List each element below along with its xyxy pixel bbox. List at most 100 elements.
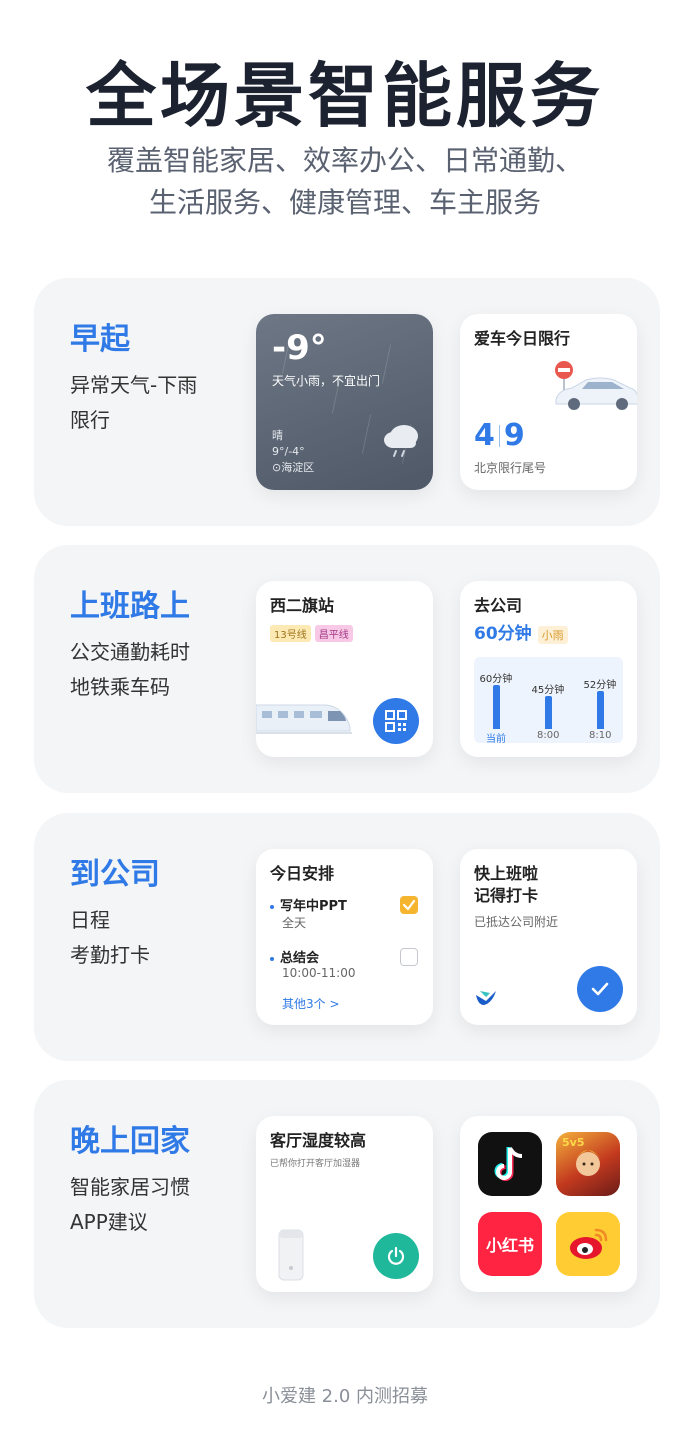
- humidity-desc: 已帮你打开客厅加湿器: [270, 1159, 361, 1169]
- plate-number-a: 4: [474, 418, 495, 453]
- section-title: 到公司: [70, 857, 160, 892]
- rain-streak: [361, 414, 372, 454]
- task-checkbox[interactable]: [400, 948, 418, 966]
- weather-details: 晴 9°/-4° ⊙海淀区: [272, 428, 314, 476]
- section-title: 早起: [70, 322, 130, 357]
- xiaohongshu-app-icon[interactable]: 小红书: [478, 1212, 542, 1276]
- app-suggestions-card: 5v5 小红书: [460, 1116, 637, 1292]
- schedule-title: 今日安排: [270, 864, 335, 883]
- section-home: 晚上回家 智能家居习惯 APP建议 客厅湿度较高 已帮你打开客厅加湿器 5v5 …: [34, 1080, 660, 1328]
- page-title: 全场景智能服务: [86, 55, 604, 137]
- train-icon: [256, 704, 352, 734]
- tiktok-app-icon[interactable]: [478, 1132, 542, 1196]
- section-desc-line: 地铁乘车码: [70, 675, 170, 699]
- clock-in-card[interactable]: 快上班啦 记得打卡 已抵达公司附近: [460, 849, 637, 1025]
- plate-number-b: 9: [503, 418, 525, 453]
- section-desc-line: 限行: [70, 408, 110, 432]
- commute-bar: [493, 685, 500, 729]
- clock-in-title-line: 记得打卡: [474, 886, 539, 905]
- subtitle-line-1: 覆盖智能家居、效率办公、日常通勤、: [106, 144, 583, 177]
- clock-in-desc: 已抵达公司附近: [474, 915, 559, 929]
- commute-bar-value-label: 60分钟: [479, 674, 513, 685]
- task-time: 全天: [282, 916, 307, 930]
- section-desc-line: 异常天气-下雨: [70, 373, 198, 397]
- task-title: 写年中PPT: [280, 899, 347, 914]
- qr-code-icon: [385, 710, 407, 732]
- task-title: 总结会: [280, 951, 320, 966]
- tiktok-note-icon: [494, 1147, 523, 1181]
- commute-bar: [597, 691, 604, 729]
- car-card-title: 爱车今日限行: [474, 329, 571, 348]
- plate-separator: [498, 424, 500, 447]
- check-icon: [402, 899, 416, 911]
- weather-range: 9°/-4°: [272, 445, 305, 458]
- line-tag-13: 13号线: [270, 625, 311, 642]
- section-desc: 智能家居习惯 APP建议: [70, 1170, 190, 1240]
- line-tags: 13号线 昌平线: [270, 623, 357, 642]
- commute-x-label: 8:10: [589, 730, 612, 741]
- section-office: 到公司 日程 考勤打卡 今日安排 写年中PPT 全天 总结会 10:00-11:…: [34, 813, 660, 1061]
- weather-desc: 天气小雨，不宜出门: [272, 374, 381, 388]
- restriction-plate: 49: [474, 418, 525, 453]
- bullet-dot: [270, 956, 274, 961]
- commute-x-label: 当前: [486, 734, 506, 745]
- footer-text: 小爱建 2.0 内测招募: [261, 1386, 429, 1407]
- humidity-title: 客厅湿度较高: [270, 1131, 367, 1150]
- commute-title: 去公司: [474, 596, 523, 615]
- more-tasks-link[interactable]: 其他3个 >: [282, 995, 340, 1012]
- weather-condition: 晴: [272, 429, 283, 442]
- qr-code-button[interactable]: [373, 698, 419, 744]
- section-desc-line: 公交通勤耗时: [70, 640, 190, 664]
- station-name: 西二旗站: [270, 596, 335, 615]
- weather-card[interactable]: -9° 天气小雨，不宜出门 晴 9°/-4° ⊙海淀区: [256, 314, 433, 490]
- weather-location-text: 海淀区: [281, 461, 315, 474]
- section-title: 上班路上: [70, 589, 190, 624]
- weather-location: ⊙海淀区: [272, 460, 314, 476]
- clock-in-button[interactable]: [577, 966, 623, 1012]
- task-time: 10:00-11:00: [282, 966, 356, 980]
- section-desc-line: 考勤打卡: [70, 943, 150, 967]
- subtitle-line-2: 生活服务、健康管理、车主服务: [148, 186, 541, 219]
- task-checkbox-checked[interactable]: [400, 896, 418, 914]
- weibo-logo-icon: [570, 1228, 608, 1259]
- section-title: 晚上回家: [70, 1124, 190, 1159]
- weibo-app-icon[interactable]: [556, 1212, 620, 1276]
- section-desc: 公交通勤耗时 地铁乘车码: [70, 635, 190, 705]
- commute-bar-value-label: 45分钟: [531, 685, 565, 696]
- game-badge: 5v5: [562, 1136, 585, 1149]
- weather-tag: 小雨: [537, 626, 568, 644]
- section-morning: 早起 异常天气-下雨 限行 -9° 天气小雨，不宜出门 晴 9°/-4° ⊙海淀…: [34, 278, 660, 526]
- honor-of-kings-app-icon[interactable]: 5v5: [556, 1132, 620, 1196]
- section-commute: 上班路上 公交通勤耗时 地铁乘车码 西二旗站 13号线 昌平线 去公司 60分钟…: [34, 545, 660, 793]
- metro-card[interactable]: 西二旗站 13号线 昌平线: [256, 581, 433, 757]
- section-desc-line: APP建议: [70, 1210, 148, 1234]
- feishu-logo-icon: [476, 991, 496, 1005]
- power-icon: [387, 1246, 405, 1265]
- humidity-card[interactable]: 客厅湿度较高 已帮你打开客厅加湿器: [256, 1116, 433, 1292]
- commute-bar-value-label: 52分钟: [583, 680, 617, 691]
- line-tag-changping: 昌平线: [314, 625, 353, 642]
- car-icon: [555, 377, 637, 410]
- rain-streak: [381, 344, 392, 384]
- weather-temp: -9°: [272, 328, 327, 368]
- location-pin-icon: ⊙: [272, 461, 282, 474]
- commute-x-label: 8:00: [537, 730, 560, 741]
- schedule-card[interactable]: 今日安排 写年中PPT 全天 总结会 10:00-11:00 其他3个 >: [256, 849, 433, 1025]
- commute-duration: 60分钟: [474, 624, 532, 644]
- schedule-item[interactable]: 写年中PPT 全天: [270, 895, 347, 931]
- bullet-dot: [270, 904, 274, 909]
- section-desc: 日程 考勤打卡: [70, 903, 150, 973]
- xiaohongshu-label: 小红书: [485, 1236, 534, 1255]
- commute-time-card[interactable]: 去公司 60分钟 小雨 60分钟当前 45分钟 8:00 52分钟 8:10: [460, 581, 637, 757]
- section-desc-line: 日程: [70, 908, 110, 932]
- schedule-item[interactable]: 总结会 10:00-11:00: [270, 947, 356, 980]
- page-subtitle: 覆盖智能家居、效率办公、日常通勤、 生活服务、健康管理、车主服务: [0, 140, 690, 224]
- section-desc-line: 智能家居习惯: [70, 1175, 190, 1199]
- commute-bar: [545, 696, 552, 729]
- commute-duration-row: 60分钟 小雨: [474, 619, 572, 644]
- power-button[interactable]: [373, 1233, 419, 1279]
- check-icon: [591, 982, 609, 996]
- section-desc: 异常天气-下雨 限行: [70, 368, 197, 438]
- car-restriction-card[interactable]: 爱车今日限行 49 北京限行尾号: [460, 314, 637, 490]
- clock-in-title: 快上班啦 记得打卡: [474, 863, 538, 907]
